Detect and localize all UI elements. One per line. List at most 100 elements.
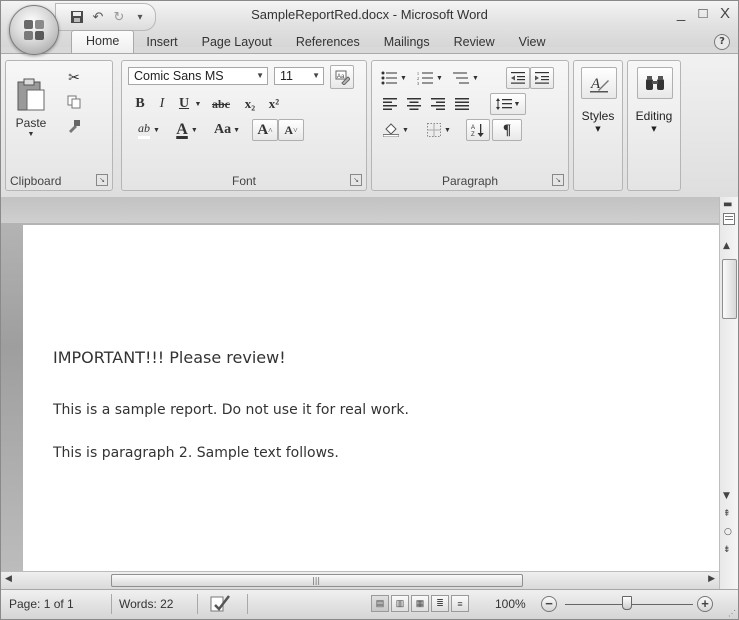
tab-home[interactable]: Home (71, 30, 135, 53)
shading-button[interactable]: ▼ (378, 119, 414, 141)
tab-page-layout[interactable]: Page Layout (190, 32, 284, 53)
vertical-scrollbar[interactable]: ▬ ▲ ▼ ⇞ ○ ⇟ (719, 197, 738, 599)
line-spacing-button[interactable]: ▼ (490, 93, 526, 115)
svg-text:3: 3 (417, 81, 419, 85)
font-color-button[interactable]: A ▼ (168, 119, 206, 141)
svg-text:Aa: Aa (337, 74, 345, 80)
sort-button[interactable]: AZ (466, 119, 490, 141)
page-count[interactable]: Page: 1 of 1 (9, 597, 74, 611)
outline-view-icon[interactable]: ≣ (431, 595, 449, 612)
clear-formatting-button[interactable]: Aa (330, 65, 354, 89)
font-name-value: Comic Sans MS (134, 69, 224, 83)
format-painter-button[interactable] (62, 115, 86, 137)
styles-gallery-button[interactable]: A (581, 67, 617, 99)
align-right-button[interactable] (426, 93, 450, 115)
previous-page-icon[interactable]: ⇞ (723, 509, 731, 519)
copy-button[interactable] (62, 91, 86, 113)
tab-mailings[interactable]: Mailings (372, 32, 442, 53)
scroll-down-icon[interactable]: ▼ (723, 491, 730, 501)
styles-icon: A (590, 76, 609, 93)
select-browse-object-icon[interactable]: ○ (724, 527, 732, 537)
highlight-button[interactable]: ab ▼ (130, 119, 168, 141)
zoom-out-icon[interactable]: − (541, 596, 557, 612)
underline-dropdown[interactable]: ▼ (192, 93, 204, 115)
document-page[interactable]: IMPORTANT!!! Please review! This is a sa… (23, 225, 719, 571)
clipboard-dialog-launcher[interactable]: ↘ (96, 174, 108, 186)
borders-button[interactable]: ▼ (418, 119, 460, 141)
find-binoculars-button[interactable] (637, 67, 673, 99)
paste-label: Paste (15, 116, 47, 130)
scroll-up-icon[interactable]: ▲ (723, 241, 730, 251)
document-paragraph-1[interactable]: This is a sample report. Do not use it f… (53, 402, 409, 418)
numbering-button[interactable]: 123 ▼ (412, 67, 448, 89)
full-screen-reading-view-icon[interactable]: ▥ (391, 595, 409, 612)
subscript-button[interactable]: x₂ (238, 93, 262, 115)
window-title: SampleReportRed.docx - Microsoft Word (251, 7, 488, 22)
tab-insert[interactable]: Insert (134, 32, 189, 53)
vertical-scroll-thumb[interactable] (722, 259, 737, 319)
increase-indent-button[interactable] (530, 67, 554, 89)
print-layout-view-icon[interactable]: ▤ (371, 595, 389, 612)
decrease-indent-button[interactable] (506, 67, 530, 89)
italic-button[interactable]: I (152, 93, 172, 115)
view-ruler-icon[interactable] (723, 213, 735, 228)
horizontal-scrollbar[interactable]: ◀ ||| ▶ (1, 571, 719, 589)
maximize-button[interactable]: □ (696, 5, 710, 22)
document-paragraph-2[interactable]: This is paragraph 2. Sample text follows… (53, 445, 339, 461)
next-page-icon[interactable]: ⇟ (723, 545, 731, 555)
proofing-icon[interactable] (209, 593, 231, 616)
font-dialog-launcher[interactable]: ↘ (350, 174, 362, 186)
editing-group[interactable]: Editing ▼ (627, 60, 681, 191)
tab-references[interactable]: References (284, 32, 372, 53)
scroll-left-icon[interactable]: ◀ (5, 574, 12, 584)
resize-grip-icon[interactable]: ⋰ (728, 609, 736, 618)
multilevel-list-button[interactable]: ▼ (448, 67, 484, 89)
decrease-indent-icon (511, 72, 525, 84)
bullets-button[interactable]: ▼ (376, 67, 412, 89)
show-hide-marks-button[interactable]: ¶ (492, 119, 522, 141)
word-count[interactable]: Words: 22 (119, 597, 173, 611)
justify-button[interactable] (450, 93, 474, 115)
align-center-button[interactable] (402, 93, 426, 115)
minimize-button[interactable]: _ (674, 5, 688, 22)
zoom-level[interactable]: 100% (495, 597, 526, 611)
help-button[interactable]: ? (714, 34, 730, 50)
document-heading[interactable]: IMPORTANT!!! Please review! (53, 348, 286, 367)
font-size-combo[interactable]: 11 ▼ (274, 67, 324, 85)
clear-formatting-icon: Aa (335, 70, 350, 85)
close-button[interactable]: X (718, 5, 732, 22)
ribbon-tabs: Home Insert Page Layout References Maili… (71, 30, 558, 53)
horizontal-scroll-thumb[interactable]: ||| (111, 574, 523, 587)
zoom-slider-thumb[interactable] (622, 596, 632, 610)
font-color-label: A (176, 121, 188, 138)
web-layout-view-icon[interactable]: ▦ (411, 595, 429, 612)
chevron-down-icon: ▼ (256, 71, 264, 80)
zoom-in-icon[interactable]: + (697, 596, 713, 612)
editing-label: Editing (635, 109, 673, 123)
grow-font-button[interactable]: A ˄ (252, 119, 278, 141)
align-left-button[interactable] (378, 93, 402, 115)
cut-button[interactable]: ✂ (62, 67, 86, 89)
scroll-right-icon[interactable]: ▶ (708, 574, 715, 584)
change-case-button[interactable]: Aa ▼ (208, 119, 246, 141)
paragraph-dialog-launcher[interactable]: ↘ (552, 174, 564, 186)
scissors-icon: ✂ (68, 70, 80, 86)
draft-view-icon[interactable]: ≡ (451, 595, 469, 612)
office-button[interactable] (9, 5, 59, 55)
underline-button[interactable]: U (174, 93, 194, 115)
ruler-toggle-icon[interactable]: ▬ (723, 199, 732, 210)
superscript-button[interactable]: x² (262, 93, 286, 115)
font-group: Comic Sans MS ▼ 11 ▼ Aa B I U ▼ abc x₂ x… (121, 60, 367, 191)
bold-button[interactable]: B (130, 93, 150, 115)
shrink-font-button[interactable]: A ˅ (278, 119, 304, 141)
tab-review[interactable]: Review (442, 32, 507, 53)
strikethrough-button[interactable]: abc (206, 93, 236, 115)
font-group-label: Font (231, 174, 256, 188)
grip-icon: ||| (312, 576, 321, 585)
change-case-label: Aa (213, 122, 232, 137)
tab-view[interactable]: View (507, 32, 558, 53)
chevron-down-icon: ▼ (233, 126, 241, 134)
paste-button[interactable]: Paste ▼ (10, 67, 52, 149)
font-name-combo[interactable]: Comic Sans MS ▼ (128, 67, 268, 85)
styles-group[interactable]: A Styles ▼ (573, 60, 623, 191)
